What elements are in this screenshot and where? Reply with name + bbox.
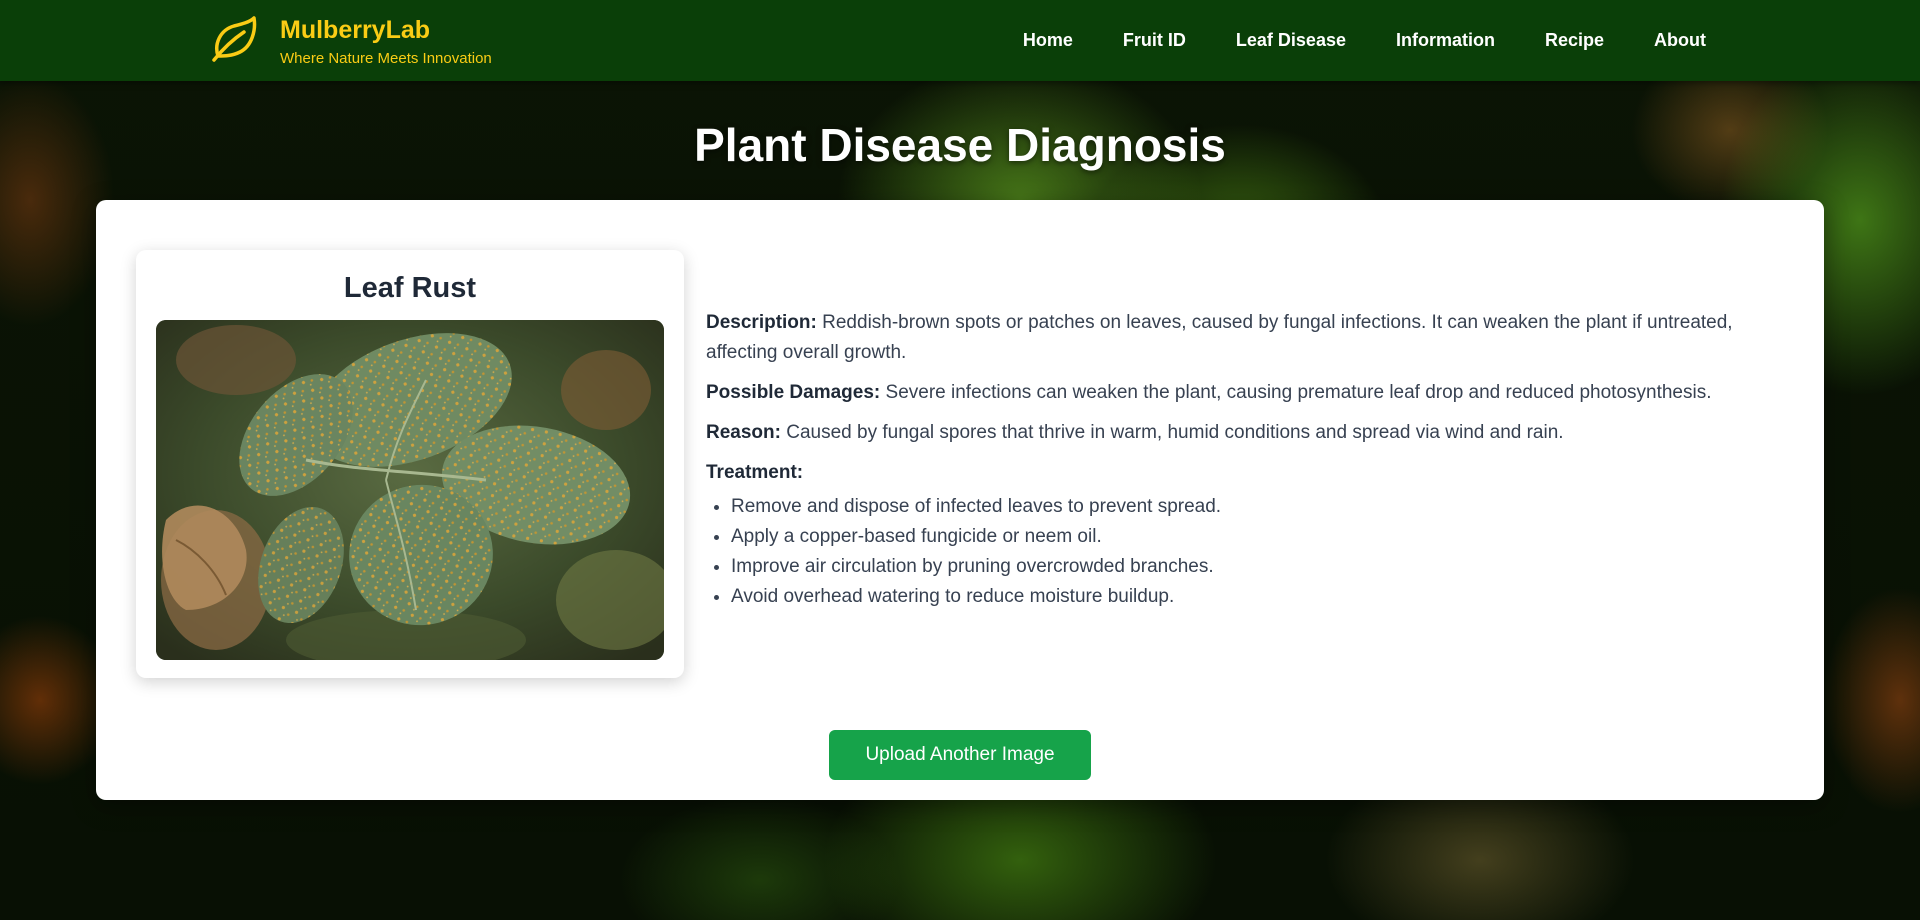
description-label: Description: [706,312,817,333]
treatment-list: Remove and dispose of infected leaves to… [706,492,1776,612]
main-nav: Home Fruit ID Leaf Disease Information R… [1023,30,1706,51]
nav-link-leaf-disease[interactable]: Leaf Disease [1236,30,1346,51]
diagnosis-result-card: Leaf Rust Description: Reddish-brown spo… [96,200,1824,800]
brand-name[interactable]: MulberryLab [280,16,430,45]
page-title: Plant Disease Diagnosis [694,119,1226,171]
leaf-icon[interactable] [210,16,258,62]
nav-link-fruit-id[interactable]: Fruit ID [1123,30,1186,51]
description-text: Reddish-brown spots or patches on leaves… [706,312,1733,363]
damages-text: Severe infections can weaken the plant, … [885,382,1712,403]
treatment-item: Remove and dispose of infected leaves to… [731,492,1776,522]
damages-label: Possible Damages: [706,382,881,403]
nav-link-recipe[interactable]: Recipe [1545,30,1604,51]
nav-link-information[interactable]: Information [1396,30,1495,51]
nav-link-home[interactable]: Home [1023,30,1073,51]
navbar: MulberryLab Where Nature Meets Innovatio… [0,0,1920,81]
reason-section: Reason: Caused by fungal spores that thr… [706,418,1776,448]
disease-image [156,320,664,660]
nav-link-about[interactable]: About [1654,30,1706,51]
disease-details: Description: Reddish-brown spots or patc… [706,308,1776,612]
treatment-item: Apply a copper-based fungicide or neem o… [731,522,1776,552]
brand-tagline: Where Nature Meets Innovation [280,50,492,67]
leaf-rust-photo [156,320,664,660]
description-section: Description: Reddish-brown spots or patc… [706,308,1776,368]
disease-name: Leaf Rust [343,272,477,304]
treatment-label: Treatment: [706,462,804,483]
reason-label: Reason: [706,422,781,443]
disease-image-card: Leaf Rust [136,250,684,678]
damages-section: Possible Damages: Severe infections can … [706,378,1776,408]
treatment-item: Improve air circulation by pruning overc… [731,552,1776,582]
treatment-item: Avoid overhead watering to reduce moistu… [731,582,1776,612]
reason-text: Caused by fungal spores that thrive in w… [786,422,1564,443]
upload-another-image-button[interactable]: Upload Another Image [829,730,1091,780]
treatment-section: Treatment: [706,458,1776,488]
